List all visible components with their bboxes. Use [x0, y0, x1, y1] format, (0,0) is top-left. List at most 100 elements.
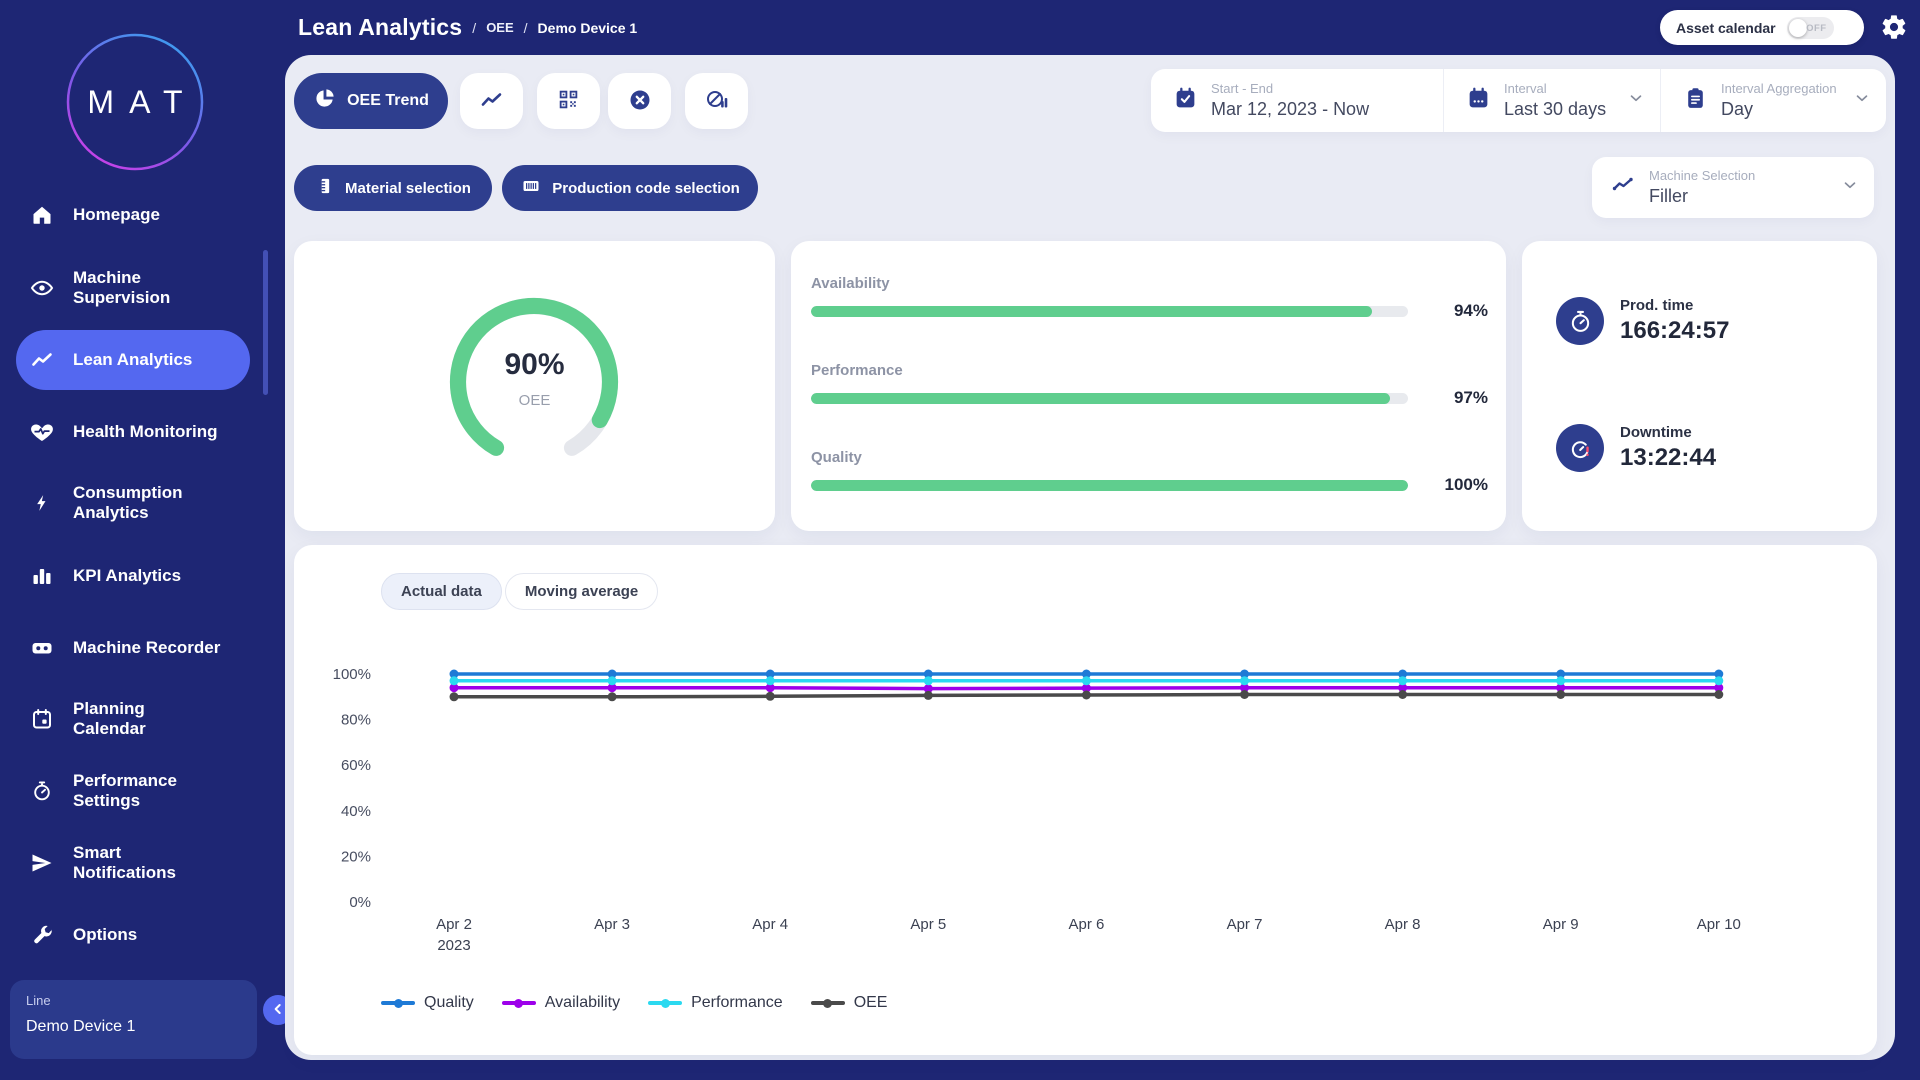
tab-trend-lines[interactable]	[460, 73, 523, 129]
date-controls-card: Start - End Mar 12, 2023 - Now Interval …	[1151, 69, 1886, 132]
mat-logo: MAT	[65, 32, 205, 172]
trend-chart-card: Actual data Moving average 100%80%60%40%…	[294, 545, 1877, 1055]
eye-icon	[29, 276, 55, 300]
tab-oee-trend[interactable]: OEE Trend	[294, 73, 448, 129]
svg-text:2023: 2023	[437, 937, 470, 954]
sidebar-item-homepage[interactable]: Homepage	[0, 185, 266, 245]
material-selection-button[interactable]: Material selection	[294, 165, 492, 211]
send-icon	[29, 851, 55, 875]
downtime-alert-icon	[1556, 424, 1604, 472]
sidebar-item-kpi-analytics[interactable]: KPI Analytics	[0, 546, 266, 606]
availability-bar-group: Availability 94%	[811, 275, 1488, 321]
tab-stops[interactable]	[608, 73, 671, 129]
asset-calendar-switch[interactable]: OFF	[1787, 17, 1834, 39]
sidebar-item-health-monitoring[interactable]: Health Monitoring	[0, 402, 266, 462]
legend-label: OEE	[854, 994, 888, 1012]
interval-dropdown[interactable]: Interval Last 30 days	[1443, 69, 1660, 132]
qr-code-icon	[557, 88, 580, 114]
oee-gauge	[439, 287, 629, 477]
tab-production-codes[interactable]	[537, 73, 600, 129]
legend-item-oee[interactable]: OEE	[811, 994, 888, 1012]
lightning-icon	[29, 491, 55, 515]
progress-track	[811, 393, 1408, 404]
sidebar-item-consumption-analytics[interactable]: Consumption Analytics	[0, 473, 266, 533]
stopwatch-icon	[29, 779, 55, 803]
sidebar-item-planning-calendar[interactable]: Planning Calendar	[0, 689, 266, 749]
chart-legend: Quality Availability Performance OEE	[381, 994, 887, 1012]
machine-selection-dropdown[interactable]: Machine Selection Filler	[1592, 157, 1874, 218]
stopwatch-icon	[1556, 297, 1604, 345]
legend-label: Quality	[424, 994, 474, 1012]
bar-label: Quality	[811, 449, 1488, 466]
svg-text:Apr 4: Apr 4	[752, 916, 788, 933]
times-card: Prod. time 166:24:57 Downtime 13:22:44	[1522, 241, 1877, 531]
sidebar-item-smart-notifications[interactable]: Smart Notifications	[0, 833, 266, 893]
home-icon	[29, 203, 55, 227]
legend-item-availability[interactable]: Availability	[502, 994, 620, 1012]
sidebar-item-label: Homepage	[73, 205, 248, 225]
progress-fill	[811, 480, 1408, 491]
breadcrumb-separator: /	[524, 20, 528, 36]
aggregation-label: Interval Aggregation	[1721, 81, 1837, 96]
production-code-selection-button[interactable]: Production code selection	[502, 165, 758, 211]
sidebar-scrollbar[interactable]	[263, 250, 268, 395]
bar-value: 97%	[1408, 388, 1488, 408]
svg-text:Apr 3: Apr 3	[594, 916, 630, 933]
sidebar-item-machine-recorder[interactable]: Machine Recorder	[0, 618, 266, 678]
pie-chart-icon	[313, 87, 336, 115]
chevron-down-icon	[1627, 89, 1645, 112]
gear-icon	[1880, 29, 1908, 44]
date-range-field[interactable]: Start - End Mar 12, 2023 - Now	[1151, 69, 1443, 132]
breadcrumb-separator: /	[472, 20, 476, 36]
sidebar-item-performance-settings[interactable]: Performance Settings	[0, 761, 266, 821]
sidebar-item-machine-supervision[interactable]: Machine Supervision	[0, 258, 266, 318]
progress-track	[811, 306, 1408, 317]
bar-label: Availability	[811, 275, 1488, 292]
sidebar-item-lean-analytics[interactable]: Lean Analytics	[16, 330, 250, 390]
svg-text:80%: 80%	[341, 712, 371, 729]
prod-time-row: Prod. time 166:24:57	[1556, 297, 1729, 345]
svg-text:20%: 20%	[341, 848, 371, 865]
toggle-state-label: OFF	[1806, 23, 1827, 34]
machine-selection-value: Filler	[1649, 186, 1755, 207]
recorder-icon	[29, 636, 55, 660]
calendar-icon	[29, 707, 55, 731]
legend-swatch	[502, 1001, 536, 1005]
sidebar-item-label: Health Monitoring	[73, 422, 248, 442]
legend-item-performance[interactable]: Performance	[648, 994, 783, 1012]
breadcrumb-device[interactable]: Demo Device 1	[538, 20, 638, 36]
legend-label: Availability	[545, 994, 620, 1012]
line-device-panel[interactable]: Line Demo Device 1	[10, 980, 257, 1059]
tab-actual-data[interactable]: Actual data	[381, 573, 502, 610]
sidebar-item-options[interactable]: Options	[0, 905, 266, 965]
downtime-row: Downtime 13:22:44	[1556, 424, 1716, 472]
legend-item-quality[interactable]: Quality	[381, 994, 474, 1012]
breadcrumb-oee[interactable]: OEE	[486, 20, 513, 35]
sidebar-item-label: Machine Recorder	[73, 638, 248, 658]
trend-icon	[29, 348, 55, 372]
filter-label: Production code selection	[552, 180, 740, 197]
interval-value: Last 30 days	[1504, 99, 1606, 120]
material-icon	[315, 176, 335, 200]
legend-swatch	[381, 1001, 415, 1005]
sidebar-item-label: Lean Analytics	[73, 350, 248, 370]
legend-label: Performance	[691, 994, 783, 1012]
tab-moving-average[interactable]: Moving average	[505, 573, 658, 610]
settings-button[interactable]	[1879, 13, 1909, 43]
interval-aggregation-dropdown[interactable]: Interval Aggregation Day	[1660, 69, 1886, 132]
asset-calendar-toggle-pill[interactable]: Asset calendar OFF	[1660, 10, 1864, 45]
date-range-value: Mar 12, 2023 - Now	[1211, 99, 1369, 120]
oee-gauge-card: 90% OEE	[294, 241, 775, 531]
svg-text:Apr 6: Apr 6	[1068, 916, 1104, 933]
calendar-check-icon	[1173, 86, 1198, 116]
tab-downtime-analysis[interactable]	[685, 73, 748, 129]
kpi-bars-card: Availability 94% Performance 97% Quality…	[791, 241, 1506, 531]
svg-text:Apr 10: Apr 10	[1697, 916, 1741, 933]
close-circle-icon	[628, 88, 652, 115]
svg-text:40%: 40%	[341, 803, 371, 820]
svg-text:100%: 100%	[333, 666, 371, 683]
prod-time-label: Prod. time	[1620, 297, 1729, 314]
logo-text: MAT	[65, 32, 205, 172]
chevron-down-icon	[1853, 89, 1871, 112]
legend-swatch	[811, 1001, 845, 1005]
